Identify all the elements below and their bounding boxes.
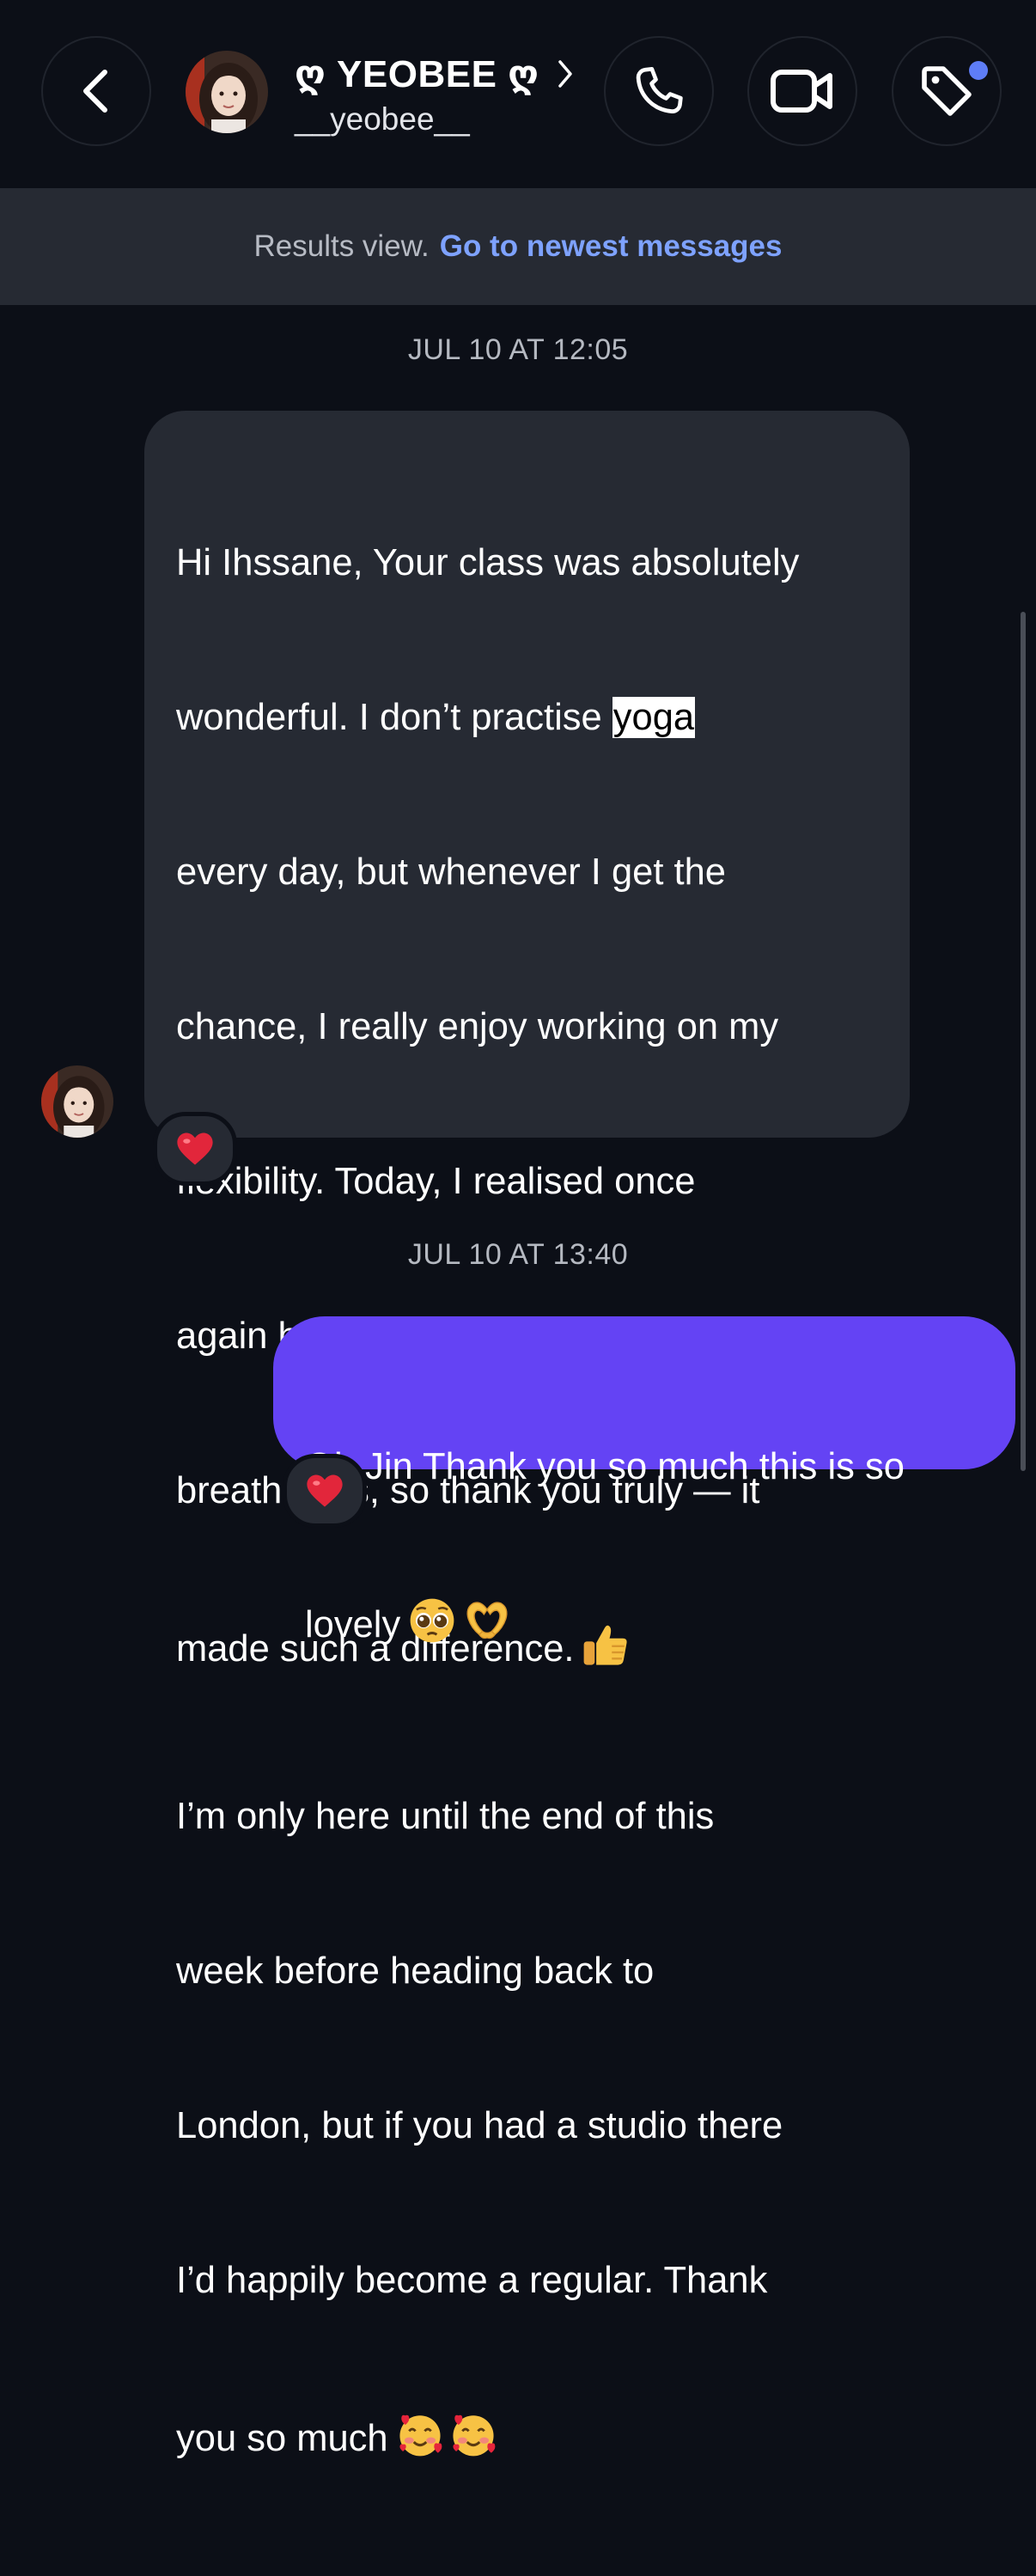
incoming-message-bubble[interactable]: Hi Ihssane, Your class was absolutely wo… — [144, 411, 910, 2459]
message-line: every day, but whenever I get the — [176, 852, 726, 893]
message-line: London, but if you had a studio there — [176, 2105, 783, 2146]
message-line-text: you so much — [176, 2418, 388, 2459]
smiling-face-with-hearts-emoji-icon — [448, 2409, 498, 2473]
contact-name-row[interactable]: ღ YEOBEE ღ — [295, 50, 574, 98]
message-text: Oh Jin Thank you so much this is so love… — [305, 1338, 998, 1762]
message-line: wonderful. I don’t practise yoga — [176, 692, 879, 743]
message-timestamp: JUL 10 AT 13:40 — [407, 1238, 629, 1271]
notification-dot — [969, 61, 988, 80]
heart-reaction[interactable] — [153, 1112, 237, 1186]
tag-button[interactable] — [892, 36, 1002, 146]
message-line-text: lovely — [305, 1604, 401, 1645]
message-line: you so much — [176, 2409, 879, 2473]
contact-avatar[interactable] — [186, 51, 268, 133]
message-line: chance, I really enjoy working on my — [176, 1006, 779, 1047]
smiling-face-with-hearts-emoji-icon — [395, 2409, 445, 2473]
chevron-left-icon — [83, 70, 107, 113]
video-call-button[interactable] — [747, 36, 857, 146]
results-view-banner: Results view. Go to newest messages — [0, 188, 1036, 305]
scrollbar[interactable] — [1021, 612, 1026, 1471]
message-timestamp: JUL 10 AT 12:05 — [407, 333, 629, 366]
message-line: Oh Jin Thank you so much this is so — [305, 1446, 905, 1487]
back-button[interactable] — [41, 36, 151, 146]
audio-call-button[interactable] — [604, 36, 714, 146]
red-heart-icon — [177, 1132, 213, 1165]
sender-avatar[interactable] — [41, 1065, 113, 1138]
go-to-newest-messages-link[interactable]: Go to newest messages — [440, 229, 783, 264]
results-view-text: Results view. — [253, 229, 430, 263]
message-line-text: wonderful. I don’t practise — [176, 697, 612, 738]
tag-icon — [922, 66, 972, 116]
heart-reaction[interactable] — [283, 1454, 367, 1528]
message-line: flexibility. Today, I realised once — [176, 1161, 696, 1202]
red-heart-icon — [307, 1474, 343, 1507]
contact-username[interactable]: __yeobee__ — [295, 101, 470, 137]
phone-icon — [636, 67, 683, 113]
search-highlight: yoga — [612, 697, 696, 738]
heart-hands-emoji-icon — [462, 1596, 512, 1659]
pleading-face-emoji-icon — [407, 1596, 457, 1659]
avatar-photo — [186, 51, 268, 133]
outgoing-message-bubble[interactable]: Oh Jin Thank you so much this is so love… — [273, 1316, 1015, 1645]
message-line: lovely — [305, 1596, 998, 1659]
avatar-photo — [41, 1065, 113, 1138]
message-line: Hi Ihssane, Your class was absolutely — [176, 542, 800, 583]
chevron-right-icon — [557, 58, 574, 89]
conversation-header: ღ YEOBEE ღ __yeobee__ — [0, 0, 1036, 188]
video-camera-icon — [771, 70, 832, 113]
contact-name[interactable]: ღ YEOBEE ღ — [295, 52, 539, 96]
message-line: I’m only here until the end of this — [176, 1796, 715, 1837]
message-line: week before heading back to — [176, 1950, 655, 1992]
message-line: I’d happily become a regular. Thank — [176, 2260, 768, 2301]
